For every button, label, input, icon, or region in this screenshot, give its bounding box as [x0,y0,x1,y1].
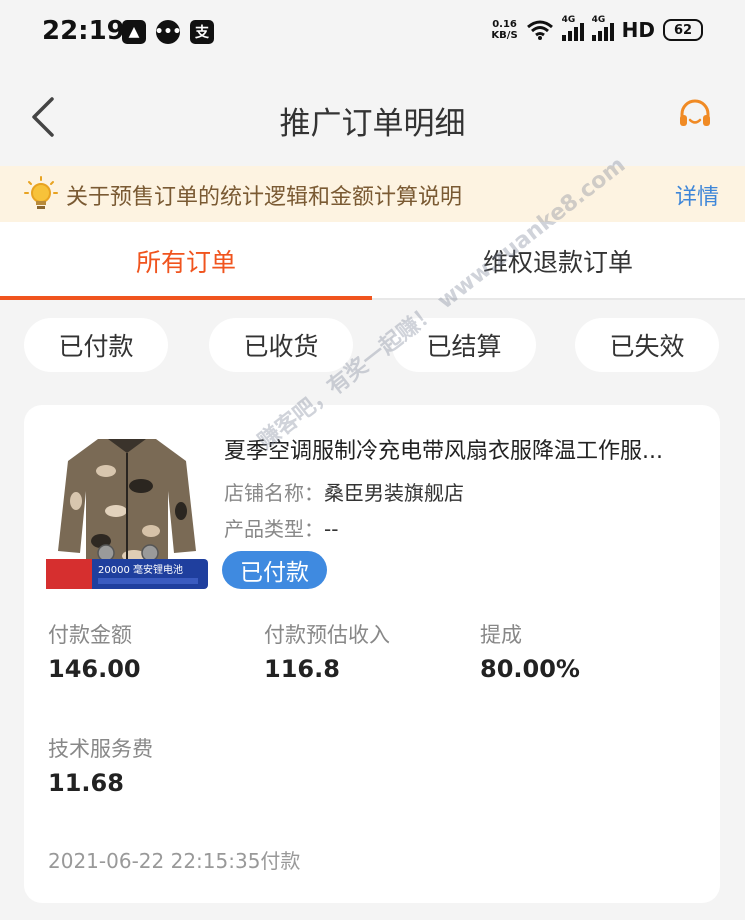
system-indicators: 0.16 KB/S 4G 4G HD 62 [491,15,703,42]
nav-bar: 推广订单明细 [0,68,745,166]
lightbulb-icon [24,176,58,209]
stat-label: 付款预估收入 [264,623,390,647]
notice-text: 关于预售订单的统计逻辑和金额计算说明 [66,185,463,210]
order-card[interactable]: 20000 毫安锂电池 夏季空调服制冷充电带风扇衣服降温工作服... 店铺名称：… [24,405,720,903]
shop-name: 桑臣男装旗舰店 [324,481,464,505]
status-bar: 22:19 ▲ ••• 支 0.16 KB/S 4G 4G HD 62 [0,0,745,68]
stat-label: 提成 [480,623,522,647]
page-title: 推广订单明细 [279,106,466,142]
stat-value: 80.00% [480,655,580,683]
stat-commission-rate: 提成 80.00% [480,619,580,683]
hd-indicator: HD [621,18,655,42]
tab-refund-orders[interactable]: 维权退款订单 [372,222,744,300]
stat-value: 116.8 [264,655,340,683]
chat-icon: ••• [155,20,181,44]
thumbnail-caption: 20000 毫安锂电池 [98,563,183,576]
notification-icons: ▲ ••• 支 [122,20,214,44]
alarm-icon: ▲ [122,20,146,44]
status-filters: 已付款 已收货 已结算 已失效 [0,300,745,390]
stat-label: 技术服务费 [48,737,153,761]
customer-service-icon[interactable] [677,98,713,134]
tab-all-orders[interactable]: 所有订单 [0,222,372,300]
stat-estimated-income: 付款预估收入 116.8 [264,619,390,683]
stat-value: 146.00 [48,655,141,683]
filter-invalid[interactable]: 已失效 [575,318,719,372]
order-tabs: 所有订单 维权退款订单 [0,222,745,300]
type-row: 产品类型：-- [224,513,338,542]
filter-settled[interactable]: 已结算 [392,318,536,372]
type-label: 产品类型： [224,517,324,541]
shop-label: 店铺名称： [224,481,324,505]
stat-label: 付款金额 [48,623,132,647]
stat-paid-amount: 付款金额 146.00 [48,619,141,683]
order-status-badge: 已付款 [222,551,327,589]
signal-icon-2: 4G [591,15,614,41]
battery-icon: 62 [663,19,703,41]
wifi-icon [526,20,553,40]
order-timestamp: 2021-06-22 22:15:35付款 [48,849,301,873]
notice-detail-link[interactable]: 详情 [675,179,719,211]
status-time: 22:19 [42,16,125,46]
product-thumbnail: 20000 毫安锂电池 [46,431,208,589]
filter-paid[interactable]: 已付款 [24,318,168,372]
stat-value: 11.68 [48,769,124,797]
stat-service-fee: 技术服务费 11.68 [48,733,153,797]
product-title[interactable]: 夏季空调服制冷充电带风扇衣服降温工作服... [224,433,702,465]
shop-row: 店铺名称：桑臣男装旗舰店 [224,477,464,506]
net-speed: 0.16 KB/S [491,19,518,41]
notice-bar[interactable]: 关于预售订单的统计逻辑和金额计算说明 详情 [0,166,745,222]
type-value: -- [324,517,339,541]
payment-icon: 支 [190,20,214,44]
signal-icon: 4G [561,15,584,41]
filter-received[interactable]: 已收货 [209,318,353,372]
